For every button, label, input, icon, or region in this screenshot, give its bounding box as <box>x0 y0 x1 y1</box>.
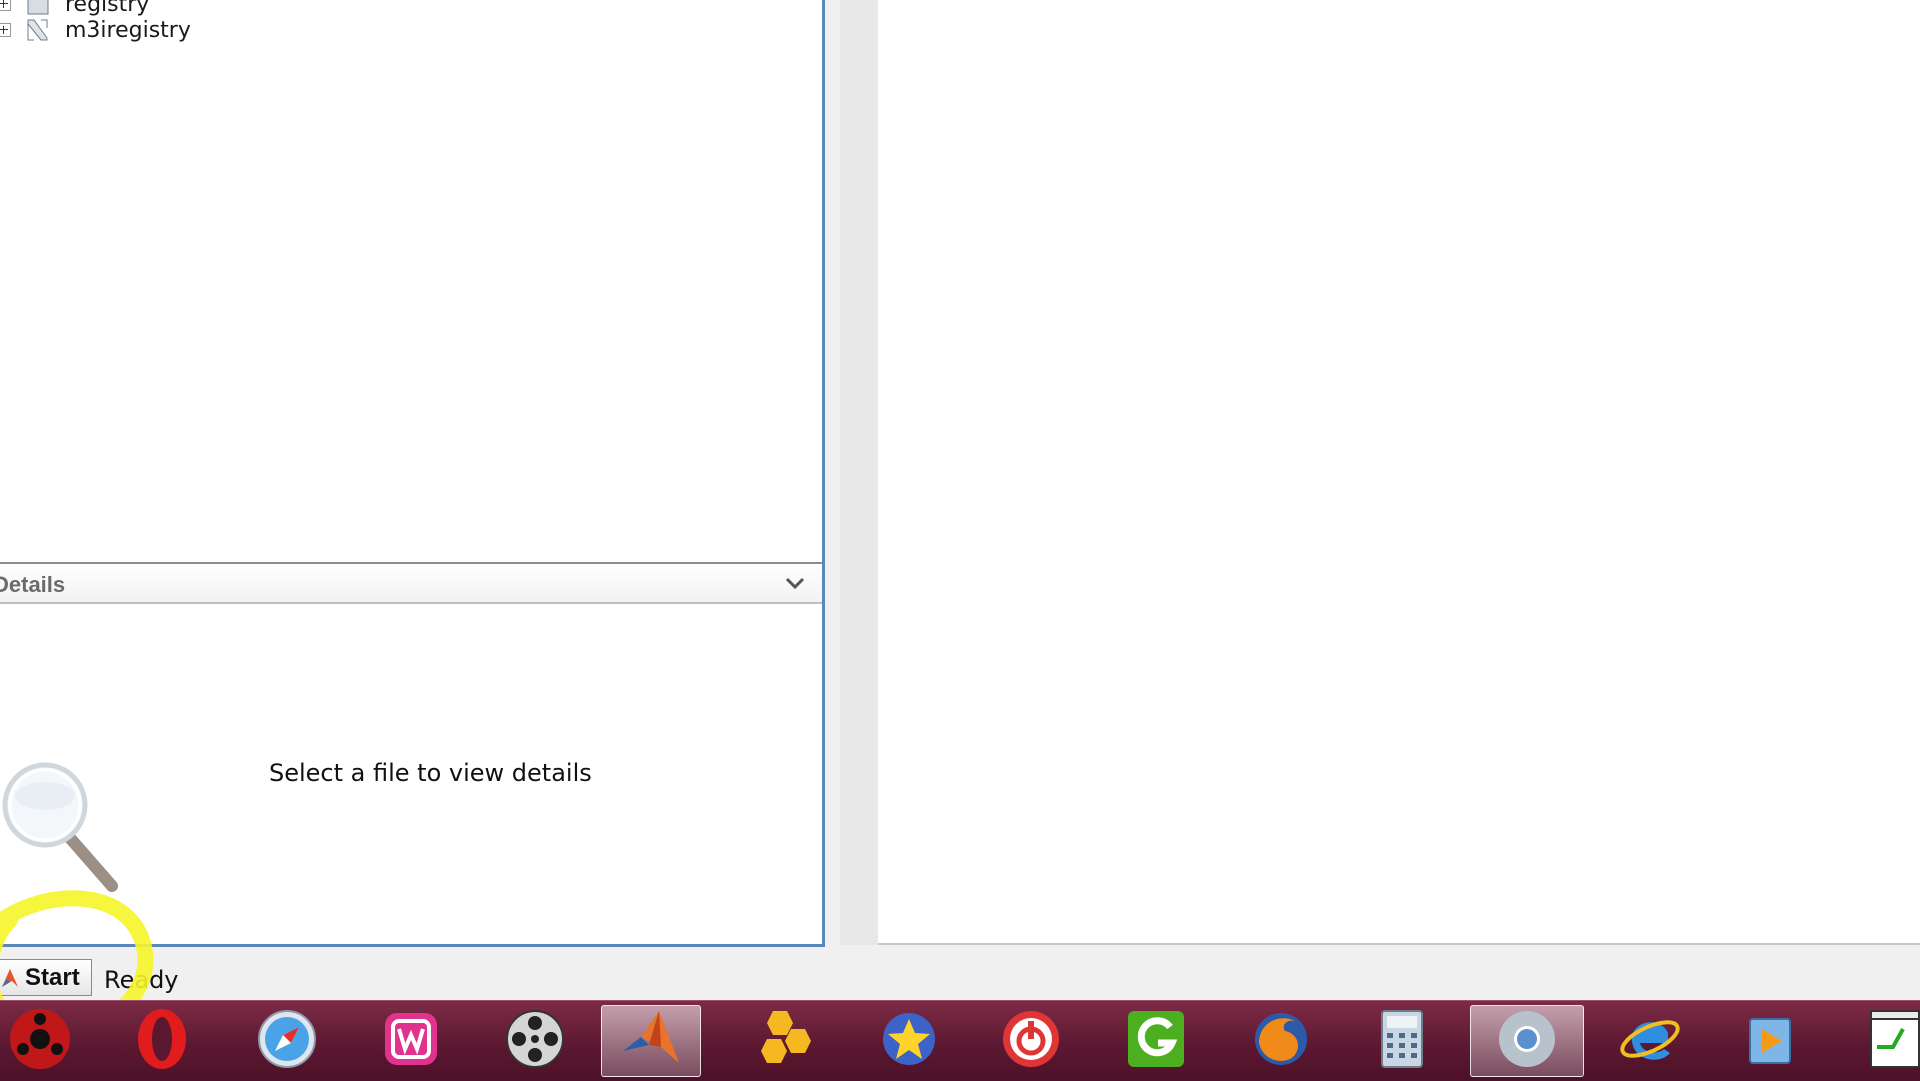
taskbar-item-calculator[interactable] <box>1352 1005 1452 1077</box>
details-header[interactable]: Details <box>0 562 822 604</box>
honeycomb-icon <box>751 1007 815 1076</box>
matlab-icon <box>619 1007 683 1076</box>
sharingan-icon <box>8 1007 72 1076</box>
chrome-icon <box>1495 1007 1559 1076</box>
details-title: Details <box>0 572 66 597</box>
expand-icon[interactable] <box>0 0 11 11</box>
internet-explorer-icon <box>1618 1007 1682 1076</box>
package-folder-icon <box>25 0 51 16</box>
status-text: Ready <box>104 966 179 994</box>
taskbar-item-wamp[interactable] <box>361 1005 461 1077</box>
matlab-icon <box>1 967 19 989</box>
start-label: Start <box>25 963 80 991</box>
start-button[interactable]: Start <box>0 959 92 996</box>
taskbar-item-film[interactable] <box>485 1005 585 1077</box>
firefox-icon <box>1249 1007 1313 1076</box>
taskbar-item-ie[interactable] <box>1600 1005 1700 1077</box>
taskbar-item-honeycomb[interactable] <box>733 1005 833 1077</box>
safari-icon <box>255 1007 319 1076</box>
notepad-plus-plus-icon <box>1863 1007 1920 1076</box>
tree-item-registry[interactable]: registry <box>0 0 149 17</box>
taskbar-item-notepad-plus-plus[interactable] <box>1845 1005 1920 1077</box>
taskbar-item-matlab[interactable] <box>601 1005 701 1077</box>
taskbar-item-media-player[interactable] <box>1722 1005 1822 1077</box>
taskbar-item-safari[interactable] <box>237 1005 337 1077</box>
grammarly-icon <box>1124 1007 1188 1076</box>
taskbar-item-grammarly[interactable] <box>1106 1005 1206 1077</box>
taskbar-item-firefox[interactable] <box>1231 1005 1331 1077</box>
taskbar-item-opera[interactable] <box>112 1005 212 1077</box>
expand-icon[interactable] <box>0 23 11 37</box>
wamp-icon <box>379 1007 443 1076</box>
taskbar-item-sharingan[interactable] <box>0 1005 90 1077</box>
media-player-icon <box>1740 1007 1804 1076</box>
tree-item-label: m3iregistry <box>65 17 191 43</box>
editor-area[interactable] <box>878 0 1920 945</box>
status-bar: Start Ready <box>0 950 1920 1000</box>
taskbar-item-chrome[interactable] <box>1470 1005 1584 1077</box>
panel-splitter[interactable] <box>825 0 840 950</box>
editor-gutter <box>840 0 878 945</box>
taskbar <box>0 1000 1920 1081</box>
opera-icon <box>130 1007 194 1076</box>
details-empty-message: Select a file to view details <box>269 759 592 787</box>
taskbar-item-favorites[interactable] <box>859 1005 959 1077</box>
tree-item-m3iregistry[interactable]: m3iregistry <box>0 17 191 43</box>
chevron-down-icon[interactable] <box>782 570 808 596</box>
magnifier-icon <box>0 758 130 908</box>
tree-item-label: registry <box>65 0 150 17</box>
package-folder-icon <box>25 18 51 42</box>
star-icon <box>877 1007 941 1076</box>
power-icon <box>999 1007 1063 1076</box>
film-reel-icon <box>503 1007 567 1076</box>
calculator-icon <box>1370 1007 1434 1076</box>
taskbar-item-shutdown[interactable] <box>981 1005 1081 1077</box>
